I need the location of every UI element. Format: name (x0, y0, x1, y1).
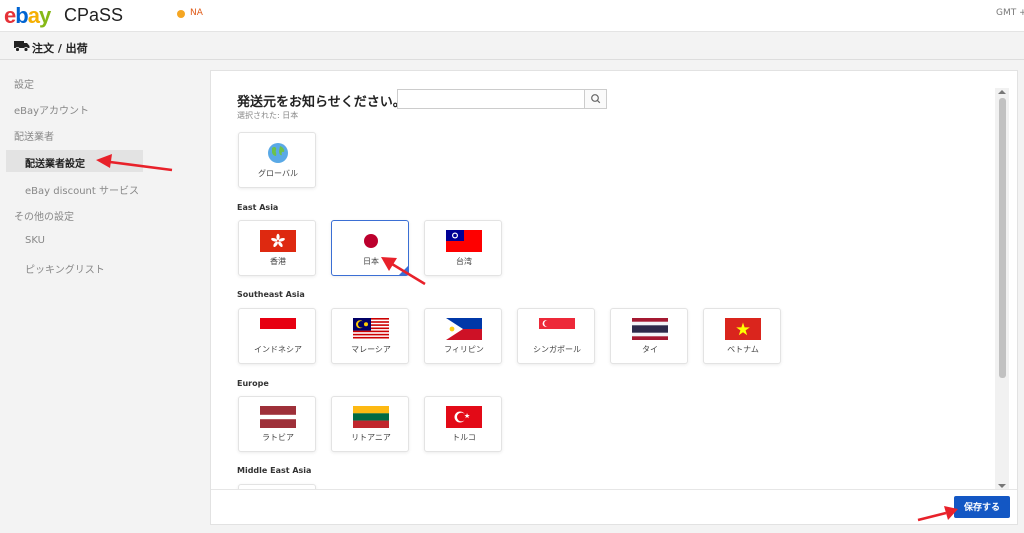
sidebar-item-settings: 設定 (14, 80, 34, 91)
country-card-thailand[interactable]: タイ (610, 308, 688, 364)
scroll-down-icon[interactable] (998, 484, 1006, 488)
region-heading: Southeast Asia (237, 290, 305, 299)
save-button[interactable]: 保存する (954, 496, 1010, 518)
turkey-flag-icon (446, 406, 482, 428)
sidebar-item-other-settings: その他の設定 (14, 212, 74, 223)
japan-flag-icon (353, 230, 389, 252)
country-card-latvia[interactable]: ラトビア (238, 396, 316, 452)
sidebar-item-carrier-settings[interactable]: 配送業者設定 (6, 150, 143, 172)
country-label: グローバル (258, 169, 298, 178)
section-heading: 発送元をお知らせください。 (237, 95, 406, 110)
scrollbar-thumb[interactable] (999, 98, 1006, 378)
country-label: マレーシア (351, 345, 391, 354)
status-dot-icon (177, 10, 185, 18)
country-label: ラトビア (262, 433, 294, 442)
sidebar-item-carriers: 配送業者 (14, 132, 54, 143)
page-title: 注文 / 出荷 (32, 42, 88, 55)
vertical-scrollbar[interactable] (995, 88, 1009, 490)
country-card-hong-kong[interactable]: 香港 (238, 220, 316, 276)
country-label: シンガポール (533, 345, 581, 354)
indonesia-flag-icon (260, 318, 296, 340)
country-search (397, 89, 607, 109)
country-card-turkey[interactable]: トルコ (424, 396, 502, 452)
country-card-lithuania[interactable]: リトアニア (331, 396, 409, 452)
country-card-philippines[interactable]: フィリピン (424, 308, 502, 364)
vietnam-flag-icon (725, 318, 761, 340)
country-label: リトアニア (351, 433, 391, 442)
malaysia-flag-icon (353, 318, 389, 340)
country-card-vietnam[interactable]: ベトナム (703, 308, 781, 364)
search-icon (591, 94, 601, 104)
country-card-taiwan[interactable]: 台湾 (424, 220, 502, 276)
timezone-label: GMT +9 (996, 8, 1024, 18)
singapore-flag-icon (539, 318, 575, 340)
latvia-flag-icon (260, 406, 296, 428)
region-heading: Europe (237, 379, 269, 388)
country-label: 香港 (270, 257, 286, 266)
country-label: インドネシア (254, 345, 302, 354)
thailand-flag-icon (632, 318, 668, 340)
country-card-singapore[interactable]: シンガポール (517, 308, 595, 364)
page-subheader: 注文 / 出荷 (0, 34, 1024, 60)
hong-kong-flag-icon (260, 230, 296, 252)
country-label: タイ (642, 345, 658, 354)
top-header: ebay CPaSS NA GMT +9 (0, 0, 1024, 32)
country-label: 台湾 (456, 257, 472, 266)
selected-check-icon (399, 266, 408, 275)
country-card-japan[interactable]: 日本 (331, 220, 409, 276)
region-heading: East Asia (237, 203, 279, 212)
panel-footer (211, 489, 1017, 524)
country-label: トルコ (452, 433, 476, 442)
lithuania-flag-icon (353, 406, 389, 428)
ebay-logo[interactable]: ebay (4, 3, 51, 29)
country-scroll-area[interactable]: 発送元をお知らせください。 選択された: 日本 グローバル East Asia (211, 71, 1017, 489)
country-label: フィリピン (444, 345, 484, 354)
search-button[interactable] (584, 90, 606, 108)
sidebar-item-sku[interactable]: SKU (25, 235, 45, 246)
country-label: ベトナム (727, 345, 759, 354)
country-card-indonesia[interactable]: インドネシア (238, 308, 316, 364)
truck-icon (14, 41, 30, 52)
philippines-flag-icon (446, 318, 482, 340)
globe-icon (268, 143, 288, 163)
sidebar-item-ebay-account[interactable]: eBayアカウント (14, 102, 89, 117)
region-heading: Middle East Asia (237, 466, 312, 475)
sidebar-item-picking-list[interactable]: ピッキングリスト (25, 261, 105, 276)
search-input[interactable] (398, 90, 584, 108)
status-label: NA (190, 8, 203, 18)
taiwan-flag-icon (446, 230, 482, 252)
sidebar: 設定 eBayアカウント 配送業者 配送業者設定 eBay discount サ… (0, 61, 200, 533)
country-card-malaysia[interactable]: マレーシア (331, 308, 409, 364)
product-name: CPaSS (64, 5, 124, 25)
selected-country-text: 選択された: 日本 (237, 111, 299, 120)
sidebar-item-ebay-discount[interactable]: eBay discount サービス (25, 182, 139, 197)
main-panel: 発送元をお知らせください。 選択された: 日本 グローバル East Asia (210, 70, 1018, 525)
scroll-up-icon[interactable] (998, 90, 1006, 94)
country-card-global[interactable]: グローバル (238, 132, 316, 188)
